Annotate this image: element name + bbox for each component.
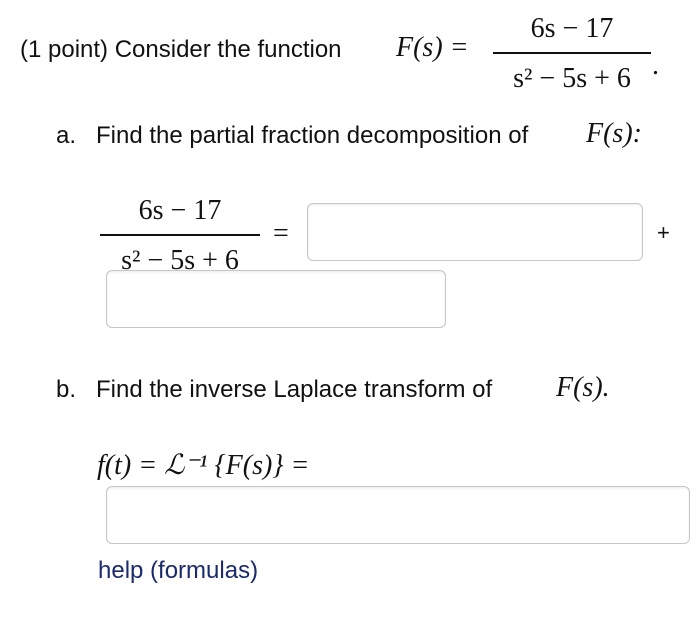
part-a-label: a.	[56, 122, 77, 149]
intro-period: .	[652, 50, 659, 81]
part-b-question: Find the inverse Laplace transform of	[96, 376, 493, 403]
part-a-question: Find the partial fraction decomposition …	[96, 122, 529, 149]
plus-sign: +	[657, 220, 670, 245]
part-a-equals: =	[273, 218, 289, 249]
intro-fraction: 6s − 17 s² − 5s + 6	[493, 12, 651, 96]
partial-fraction-input-1[interactable]	[307, 203, 643, 261]
inverse-laplace-formula: f(t) = ℒ⁻¹ {F(s)} =	[97, 450, 310, 481]
fraction-bar	[493, 52, 651, 54]
part-a-expression: F(s):	[586, 118, 642, 149]
intro-numerator: 6s − 17	[530, 13, 614, 44]
intro-denominator: s² − 5s + 6	[513, 63, 631, 94]
help-formulas-link[interactable]: help (formulas)	[98, 557, 258, 585]
part-b-label: b.	[56, 376, 77, 403]
inverse-laplace-input[interactable]	[106, 486, 690, 544]
fraction-bar	[100, 234, 260, 236]
intro-text: (1 point) Consider the function	[20, 36, 342, 63]
part-a-numerator: 6s − 17	[138, 195, 222, 226]
part-a-fraction: 6s − 17 s² − 5s + 6	[100, 194, 260, 278]
part-b-expression: F(s).	[556, 372, 610, 403]
partial-fraction-input-2[interactable]	[106, 270, 446, 328]
intro-function-lhs: F(s) =	[396, 32, 469, 63]
